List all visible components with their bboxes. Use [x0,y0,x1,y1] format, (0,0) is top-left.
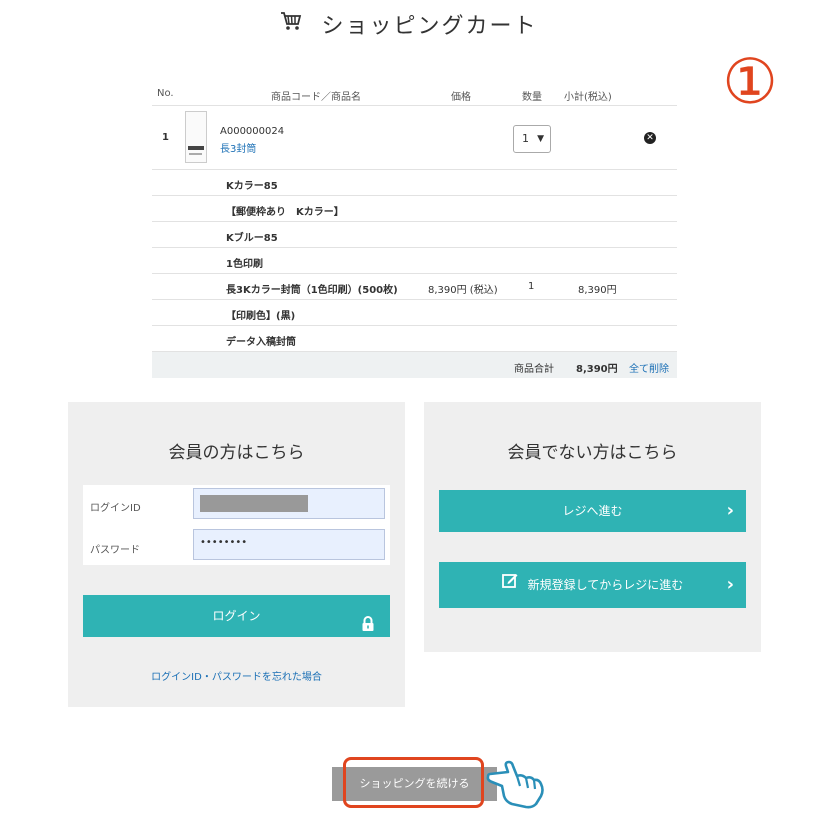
page-title-text: ショッピングカート [321,14,538,39]
option-row: 【印刷色】(黒) [152,300,677,326]
cart-total-row: 商品合計 8,390円 全て削除 [152,352,677,378]
option-row: データ入稿封筒 [152,326,677,352]
register-then-checkout-button[interactable]: 新規登録してからレジに進む › [439,562,746,608]
option-label: Kブルー85 [226,233,278,244]
option-label: 【印刷色】(黒) [226,311,296,322]
option-row: Kブルー85 [152,222,677,248]
chevron-right-icon: › [726,574,734,595]
dropdown-arrow-icon: ▼ [537,134,544,144]
password-input[interactable]: •••••••• [193,529,385,560]
login-button-label: ログイン [212,609,261,623]
edit-icon [501,561,518,607]
password-value: •••••••• [200,537,248,548]
forgot-credentials-link[interactable]: ログインID・パスワードを忘れた場合 [68,668,405,683]
total-value: 8,390円 [576,364,618,375]
member-panel-title: 会員の方はこちら [168,443,305,463]
product-thumbnail[interactable] [185,111,207,163]
header-qty: 数量 [522,92,542,103]
register-button-label: 新規登録してからレジに進む [527,578,684,592]
option-label: データ入稿封筒 [226,337,296,348]
option-row: Kカラー85 [152,170,677,196]
login-button[interactable]: ログイン [83,595,390,637]
lock-icon [361,607,375,649]
password-label: パスワード [90,545,140,556]
option-label: 【郵便枠あり Kカラー】 [226,207,344,218]
total-label: 商品合計 [514,364,554,375]
masked-login-id [200,495,308,512]
option-price: 8,390円 (税込) [428,285,498,296]
header-no: No. [157,88,174,99]
proceed-button-label: レジへ進む [562,504,623,518]
member-panel: 会員の方はこちら ログインID パスワード •••••••• ログイン ログイン… [68,402,405,707]
pointing-hand-icon [486,758,548,814]
option-qty: 1 [528,281,535,292]
item-name-link[interactable]: 長3封筒 [220,140,256,155]
login-id-label: ログインID [90,503,141,514]
header-product: 商品コード／商品名 [271,92,361,103]
remove-item-icon[interactable]: ✕ [644,132,656,144]
cart-header: No. 商品コード／商品名 価格 数量 小計(税込) [152,84,677,106]
option-subtotal: 8,390円 [578,285,617,296]
item-code: A000000024 [220,126,285,137]
header-price: 価格 [451,92,471,103]
header-subtotal: 小計(税込) [564,92,612,103]
cart-table: No. 商品コード／商品名 価格 数量 小計(税込) 1 A000000024 … [152,84,677,378]
quantity-value: 1 [522,132,529,145]
option-row: 【郵便枠あり Kカラー】 [152,196,677,222]
login-id-input[interactable] [193,488,385,519]
guest-panel: 会員でない方はこちら レジへ進む › 新規登録してからレジに進む › [424,402,761,652]
option-row: 長3Kカラー封筒（1色印刷）(500枚) 8,390円 (税込) 1 8,390… [152,274,677,300]
option-label: 1色印刷 [226,259,263,270]
login-form: ログインID パスワード •••••••• [83,485,390,565]
cart-item-row: 1 A000000024 長3封筒 1 ▼ ✕ [152,106,677,170]
option-label: 長3Kカラー封筒（1色印刷）(500枚) [226,285,398,296]
step-marker: ① [722,45,778,118]
cart-icon [280,11,302,37]
chevron-right-icon: › [726,500,734,521]
page-title: ショッピングカート [0,8,818,40]
proceed-to-checkout-button[interactable]: レジへ進む › [439,490,746,532]
delete-all-link[interactable]: 全て削除 [629,360,669,375]
option-label: Kカラー85 [226,181,278,192]
item-number: 1 [162,132,169,143]
highlight-box [343,757,484,808]
guest-panel-title: 会員でない方はこちら [507,443,678,463]
option-row: 1色印刷 [152,248,677,274]
quantity-select[interactable]: 1 ▼ [513,125,551,153]
